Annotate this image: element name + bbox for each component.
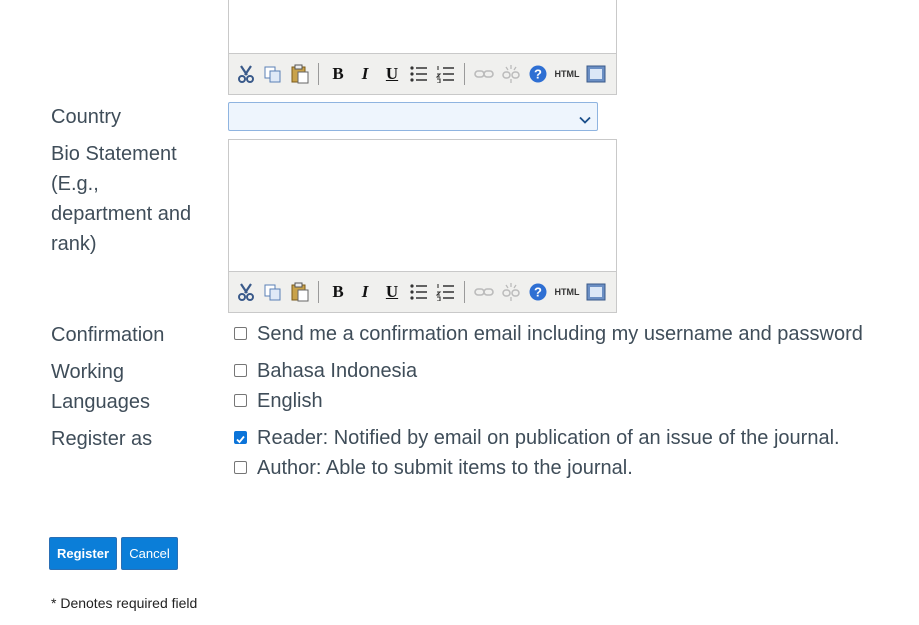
reader-checkbox[interactable] bbox=[234, 431, 247, 444]
top-editor-textarea[interactable] bbox=[228, 0, 617, 55]
working-languages-label: Working Languages bbox=[51, 361, 150, 413]
toolbar-separator bbox=[464, 63, 465, 85]
language-option-bahasa: Bahasa Indonesia bbox=[257, 360, 418, 382]
unlink-icon[interactable] bbox=[498, 279, 524, 305]
bullet-list-icon[interactable] bbox=[406, 279, 432, 305]
bold-icon[interactable]: B bbox=[325, 279, 351, 305]
bio-statement-textarea[interactable] bbox=[228, 139, 617, 273]
author-option-text: Author: Able to submit items to the jour… bbox=[257, 457, 633, 479]
unlink-icon[interactable] bbox=[498, 61, 524, 87]
toolbar-separator bbox=[464, 281, 465, 303]
paste-icon[interactable] bbox=[287, 61, 313, 87]
country-label: Country bbox=[51, 106, 122, 128]
paste-icon[interactable] bbox=[287, 279, 313, 305]
reader-option-text: Reader: Notified by email on publication… bbox=[257, 427, 840, 449]
checkmark-icon bbox=[236, 435, 245, 444]
top-editor-toolbar: B I U ? HTML bbox=[228, 53, 617, 95]
language-checkbox-bahasa[interactable] bbox=[234, 364, 247, 377]
bio-statement-label: Bio Statement (E.g., department and rank… bbox=[51, 143, 192, 255]
toolbar-separator bbox=[318, 63, 319, 85]
fullscreen-icon[interactable] bbox=[583, 61, 609, 87]
svg-text:?: ? bbox=[534, 67, 542, 82]
confirmation-option-text: Send me a confirmation email including m… bbox=[257, 323, 863, 345]
register-button[interactable]: Register bbox=[49, 537, 117, 570]
language-option-english: English bbox=[257, 390, 323, 412]
html-icon[interactable]: HTML bbox=[552, 61, 582, 87]
underline-icon[interactable]: U bbox=[379, 279, 405, 305]
copy-icon[interactable] bbox=[260, 61, 286, 87]
italic-icon[interactable]: I bbox=[352, 279, 378, 305]
numbered-list-icon[interactable] bbox=[433, 61, 459, 87]
cut-icon[interactable] bbox=[233, 61, 259, 87]
bio-editor-toolbar: B I U ? HTML bbox=[228, 271, 617, 313]
confirmation-checkbox[interactable] bbox=[234, 327, 247, 340]
link-icon[interactable] bbox=[471, 279, 497, 305]
copy-icon[interactable] bbox=[260, 279, 286, 305]
link-icon[interactable] bbox=[471, 61, 497, 87]
underline-icon[interactable]: U bbox=[379, 61, 405, 87]
fullscreen-icon[interactable] bbox=[583, 279, 609, 305]
bold-icon[interactable]: B bbox=[325, 61, 351, 87]
cancel-button[interactable]: Cancel bbox=[121, 537, 178, 570]
bullet-list-icon[interactable] bbox=[406, 61, 432, 87]
toolbar-separator bbox=[318, 281, 319, 303]
italic-icon[interactable]: I bbox=[352, 61, 378, 87]
help-icon[interactable]: ? bbox=[525, 279, 551, 305]
register-as-label: Register as bbox=[51, 428, 153, 450]
html-icon[interactable]: HTML bbox=[552, 279, 582, 305]
language-checkbox-english[interactable] bbox=[234, 394, 247, 407]
confirmation-label: Confirmation bbox=[51, 324, 165, 346]
country-select[interactable] bbox=[228, 102, 598, 131]
cut-icon[interactable] bbox=[233, 279, 259, 305]
chevron-down-icon bbox=[579, 112, 591, 130]
author-checkbox[interactable] bbox=[234, 461, 247, 474]
svg-text:?: ? bbox=[534, 285, 542, 300]
help-icon[interactable]: ? bbox=[525, 61, 551, 87]
numbered-list-icon[interactable] bbox=[433, 279, 459, 305]
required-field-note: * Denotes required field bbox=[51, 595, 198, 611]
